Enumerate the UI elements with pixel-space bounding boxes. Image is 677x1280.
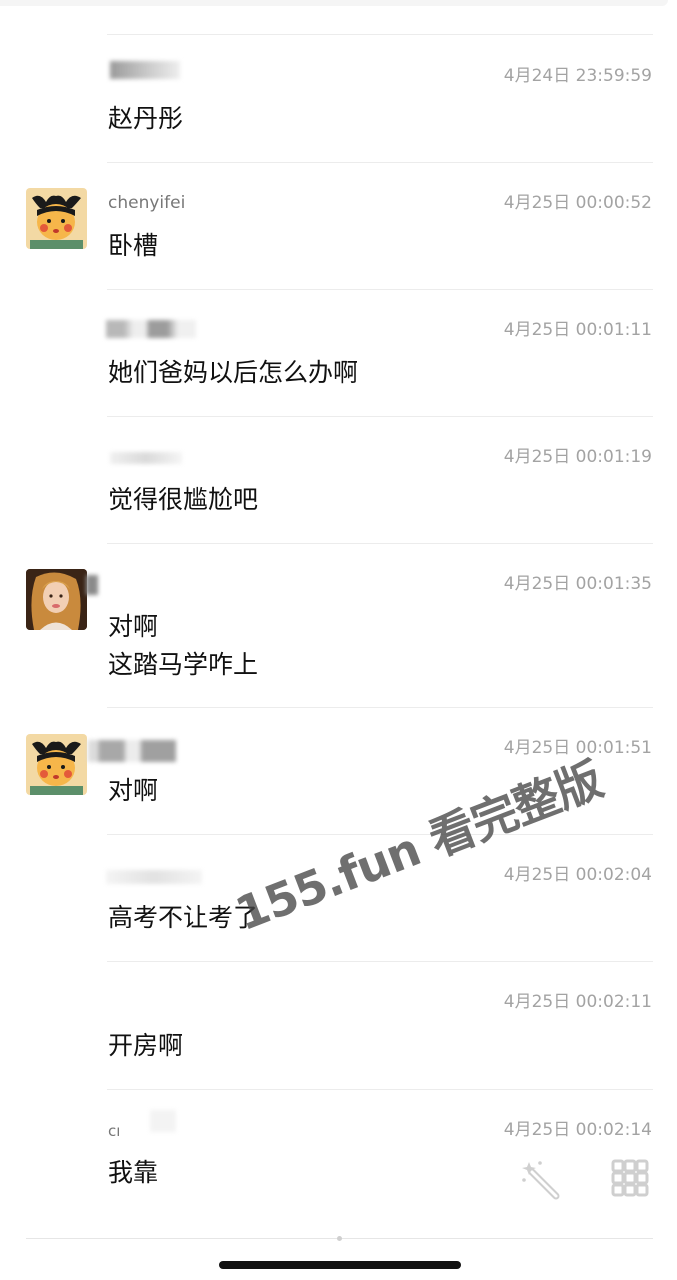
- blurred-sender-name: [110, 61, 180, 79]
- message-time: 4月25日 00:01:35: [503, 574, 652, 594]
- message-text: 对啊: [108, 776, 159, 805]
- blurred-sender-name: [88, 740, 176, 762]
- message-time: 4月25日 00:02:11: [503, 992, 652, 1012]
- message-text: 觉得很尴尬吧: [108, 485, 259, 514]
- sender-name: chenyifei: [108, 193, 186, 213]
- divider: [107, 289, 653, 290]
- message-text: 对啊: [108, 612, 159, 641]
- blurred-sender-name: [106, 320, 196, 338]
- message-time: 4月25日 00:02:04: [503, 865, 652, 885]
- divider: [107, 543, 653, 544]
- message-text: 开房啊: [108, 1031, 184, 1060]
- message-text: 我靠: [108, 1158, 159, 1187]
- message-time: 4月25日 00:01:11: [503, 320, 652, 340]
- magic-wand-icon[interactable]: [520, 1158, 562, 1204]
- blurred-sender-name: [86, 575, 98, 595]
- message-text: 卧槽: [108, 231, 159, 260]
- message-text: 她们爸妈以后怎么办啊: [108, 358, 359, 387]
- divider: [107, 1089, 653, 1090]
- divider: [107, 34, 653, 35]
- divider: [107, 162, 653, 163]
- user-avatar[interactable]: [26, 569, 87, 630]
- page-indicator-dot: [337, 1236, 342, 1241]
- blurred-sender-name: [106, 870, 202, 884]
- watermark: 155.fun 看完整版: [228, 752, 610, 942]
- chat-history-page: 4月24日 23:59:59 赵丹彤 chenyifei 4月25日 00:00…: [0, 0, 677, 1280]
- grid-icon[interactable]: [610, 1158, 650, 1202]
- top-bar: [0, 0, 668, 6]
- message-time: 4月24日 23:59:59: [503, 66, 652, 86]
- message-text: 这踏马学咋上: [108, 650, 259, 679]
- message-time: 4月25日 00:02:14: [503, 1120, 652, 1140]
- divider: [107, 707, 653, 708]
- blurred-sender-name: [150, 1110, 176, 1132]
- sender-name: cı: [108, 1122, 121, 1140]
- user-avatar[interactable]: [26, 734, 87, 795]
- user-avatar[interactable]: [26, 188, 87, 249]
- message-time: 4月25日 00:01:19: [503, 447, 652, 467]
- home-indicator[interactable]: [219, 1261, 461, 1269]
- blurred-sender-name: [110, 452, 182, 464]
- message-text: 赵丹彤: [108, 104, 184, 133]
- message-time: 4月25日 00:00:52: [503, 193, 652, 213]
- divider: [107, 961, 653, 962]
- divider: [107, 416, 653, 417]
